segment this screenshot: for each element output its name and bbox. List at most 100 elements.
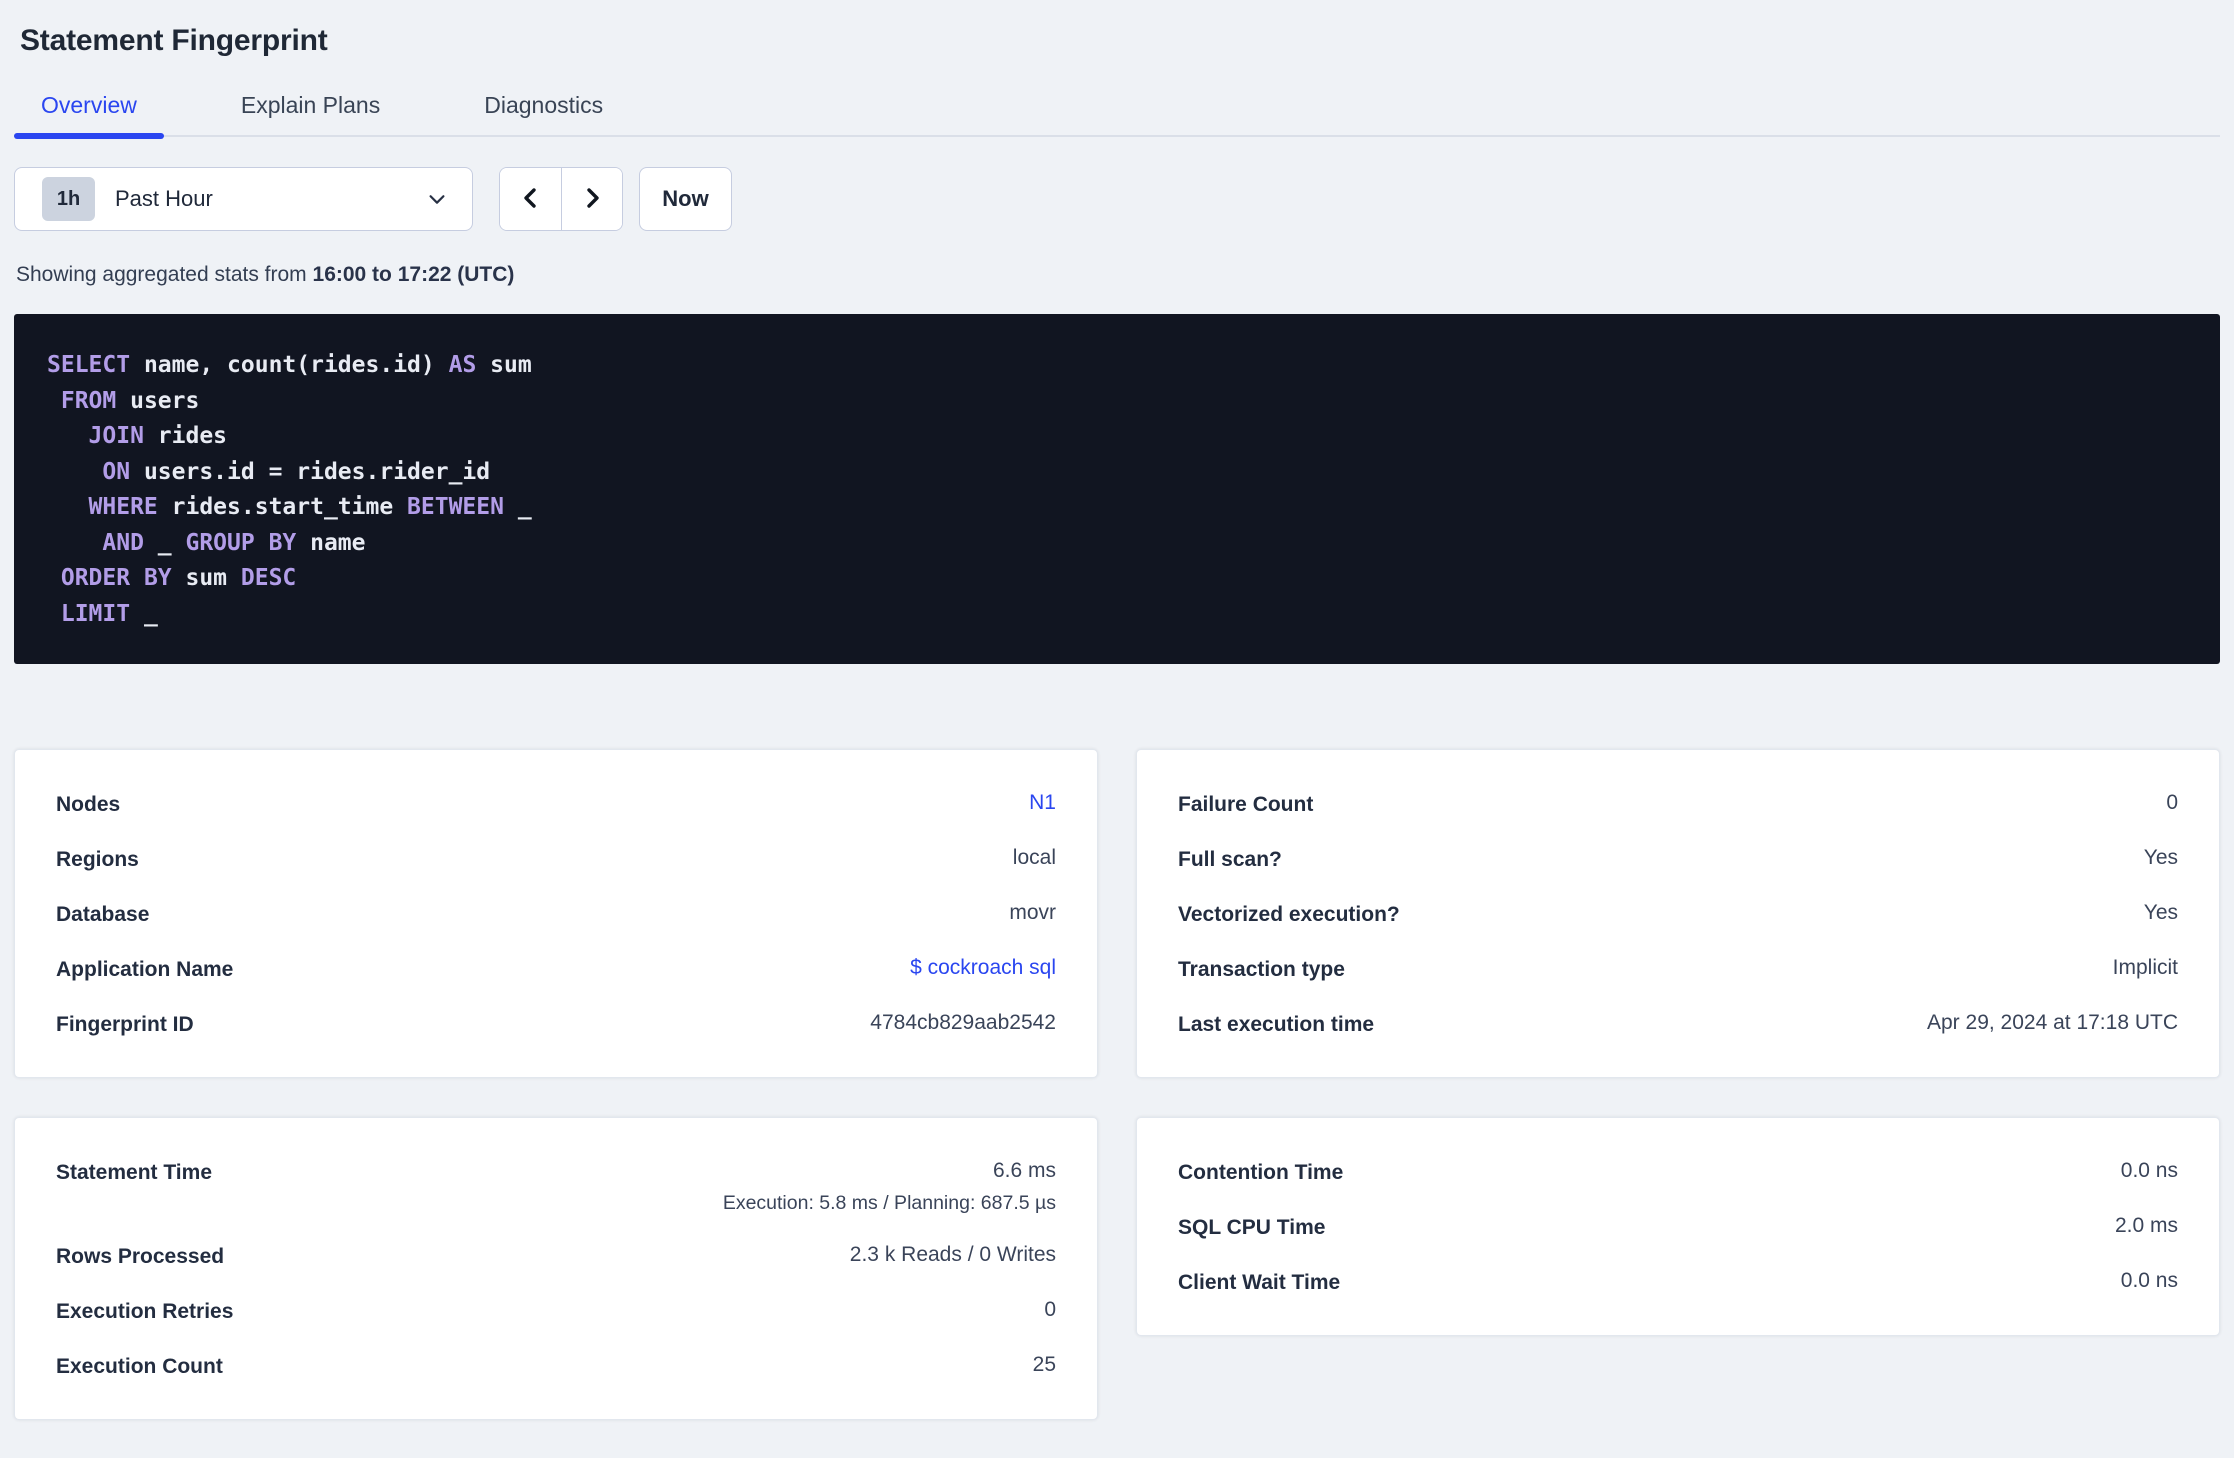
- tab-diagnostics[interactable]: Diagnostics: [457, 92, 630, 135]
- time-range-badge: 1h: [42, 177, 95, 221]
- row-value: Implicit: [2112, 956, 2178, 979]
- page-title: Statement Fingerprint: [20, 24, 328, 57]
- next-interval-button[interactable]: [561, 168, 622, 230]
- row-value-wrap: Yes: [2144, 901, 2178, 925]
- aggregation-note-prefix: Showing aggregated stats from: [16, 263, 313, 286]
- sql-statement-box: SELECT name, count(rides.id) AS sum FROM…: [14, 314, 2220, 664]
- chevron-left-icon: [519, 184, 543, 215]
- card-row: Regions local: [56, 832, 1056, 887]
- row-label: Regions: [56, 848, 139, 871]
- statement-fingerprint-page: Statement Fingerprint Overview Explain P…: [0, 24, 2234, 1420]
- row-value-link[interactable]: $ cockroach sql: [910, 956, 1056, 980]
- row-value: Yes: [2143, 846, 2178, 869]
- row-value-wrap: movr: [1009, 901, 1056, 925]
- row-value: 2.0 ms: [2114, 1214, 2178, 1237]
- row-value-link[interactable]: N1: [1029, 791, 1056, 815]
- row-label: Transaction type: [1178, 958, 1345, 981]
- tab-explain-plans[interactable]: Explain Plans: [214, 92, 407, 135]
- card-row: Client Wait Time 0.0 ns: [1178, 1255, 2178, 1310]
- row-value-wrap: Yes: [2144, 846, 2178, 870]
- sql-line: LIMIT _: [60, 600, 158, 627]
- row-value: Apr 29, 2024 at 17:18 UTC: [1927, 1011, 2178, 1034]
- chevron-right-icon: [580, 184, 604, 215]
- row-label: Execution Retries: [56, 1300, 234, 1323]
- row-value-wrap: 0.0 ns: [2121, 1159, 2178, 1183]
- card-row: Application Name $ cockroach sql: [56, 942, 1056, 997]
- row-value-wrap: N1: [1029, 791, 1056, 815]
- row-subvalue: Execution: 5.8 ms / Planning: 687.5 µs: [722, 1192, 1056, 1214]
- row-label: Vectorized execution?: [1178, 903, 1400, 926]
- row-label: Full scan?: [1178, 848, 1282, 871]
- sql-line: JOIN rides: [88, 423, 228, 449]
- row-value-wrap: 0: [1044, 1298, 1056, 1322]
- row-label: Fingerprint ID: [56, 1013, 194, 1036]
- row-value: 25: [1032, 1353, 1056, 1376]
- row-label: Nodes: [56, 793, 121, 816]
- aggregation-note-range: 16:00 to 17:22 (UTC): [312, 263, 515, 286]
- row-value: 4784cb829aab2542: [870, 1011, 1056, 1034]
- time-toolbar: 1h Past Hour Now: [14, 167, 2220, 231]
- row-label: Last execution time: [1178, 1013, 1375, 1036]
- row-label: Statement Time: [56, 1161, 212, 1184]
- row-label: Failure Count: [1178, 793, 1314, 816]
- time-nav-group: [499, 167, 623, 231]
- card-row: Execution Count 25: [56, 1339, 1056, 1394]
- row-value-wrap: 4784cb829aab2542: [870, 1011, 1056, 1035]
- card-row: Nodes N1: [56, 777, 1056, 832]
- row-value: local: [1012, 846, 1056, 869]
- row-value: 0.0 ns: [2120, 1159, 2178, 1182]
- wait-times-card: Contention Time 0.0 ns SQL CPU Time 2.0 ms C…: [1136, 1117, 2220, 1336]
- row-label: Rows Processed: [56, 1245, 225, 1268]
- sql-line: FROM users: [60, 387, 200, 414]
- sql-line: ORDER BY sum DESC: [60, 565, 297, 591]
- row-value: 6.6 ms: [992, 1159, 1056, 1182]
- row-label: SQL CPU Time: [1178, 1216, 1326, 1239]
- card-row: Execution Retries 0: [56, 1284, 1056, 1339]
- row-label: Client Wait Time: [1178, 1271, 1341, 1294]
- chevron-down-icon: [426, 188, 448, 210]
- sql-line: AND _ GROUP BY name: [102, 529, 366, 556]
- card-row: Vectorized execution? Yes: [1178, 887, 2178, 942]
- card-row: Transaction type Implicit: [1178, 942, 2178, 997]
- card-row: Last execution time Apr 29, 2024 at 17:18…: [1178, 997, 2178, 1052]
- aggregation-note: Showing aggregated stats from 16:00 to 1…: [16, 263, 2220, 287]
- row-value-wrap: 6.6 ms Execution: 5.8 ms / Planning: 687.…: [723, 1159, 1056, 1215]
- card-row: Failure Count 0: [1178, 777, 2178, 832]
- row-value-wrap: 25: [1033, 1353, 1056, 1377]
- row-value: movr: [1009, 901, 1056, 924]
- card-row: Contention Time 0.0 ns: [1178, 1145, 2178, 1200]
- card-row: Rows Processed 2.3 k Reads / 0 Writes: [56, 1229, 1056, 1284]
- row-value-wrap: 2.3 k Reads / 0 Writes: [850, 1243, 1056, 1267]
- row-value: 0: [1044, 1298, 1056, 1321]
- row-value-wrap: Apr 29, 2024 at 17:18 UTC: [1927, 1011, 2178, 1035]
- row-value-wrap: $ cockroach sql: [910, 956, 1056, 980]
- statement-details-card: Nodes N1 Regions local Database movr Applicati…: [14, 749, 1098, 1078]
- now-button[interactable]: Now: [639, 167, 732, 231]
- card-row: Statement Time 6.6 ms Execution: 5.8 ms / …: [56, 1145, 1056, 1229]
- row-value: Yes: [2143, 901, 2178, 924]
- time-range-picker[interactable]: 1h Past Hour: [14, 167, 473, 231]
- row-value-wrap: Implicit: [2113, 956, 2178, 980]
- card-row: SQL CPU Time 2.0 ms: [1178, 1200, 2178, 1255]
- row-value: 0: [2166, 791, 2178, 814]
- row-value: 0.0 ns: [2120, 1269, 2178, 1292]
- details-cards-row: Nodes N1 Regions local Database movr Applicati…: [14, 749, 2220, 1078]
- sql-line: SELECT name, count(rides.id) AS sum: [47, 352, 532, 378]
- tabs-bar: Overview Explain Plans Diagnostics: [14, 92, 2220, 139]
- row-value: 2.3 k Reads / 0 Writes: [849, 1243, 1056, 1266]
- row-label: Database: [56, 903, 150, 926]
- previous-interval-button[interactable]: [500, 168, 561, 230]
- card-row: Fingerprint ID 4784cb829aab2542: [56, 997, 1056, 1052]
- time-range-label: Past Hour: [115, 186, 213, 211]
- row-value-wrap: 0: [2166, 791, 2178, 815]
- stats-cards-row: Statement Time 6.6 ms Execution: 5.8 ms / …: [14, 1117, 2220, 1420]
- card-row: Database movr: [56, 887, 1056, 942]
- row-value-wrap: 2.0 ms: [2115, 1214, 2178, 1238]
- row-value-wrap: 0.0 ns: [2121, 1269, 2178, 1293]
- card-row: Full scan? Yes: [1178, 832, 2178, 887]
- statement-times-card: Statement Time 6.6 ms Execution: 5.8 ms / …: [14, 1117, 1098, 1420]
- row-label: Execution Count: [56, 1355, 223, 1378]
- row-label: Contention Time: [1178, 1161, 1344, 1184]
- sql-line: ON users.id = rides.rider_id: [102, 458, 491, 485]
- tab-overview[interactable]: Overview: [14, 92, 164, 139]
